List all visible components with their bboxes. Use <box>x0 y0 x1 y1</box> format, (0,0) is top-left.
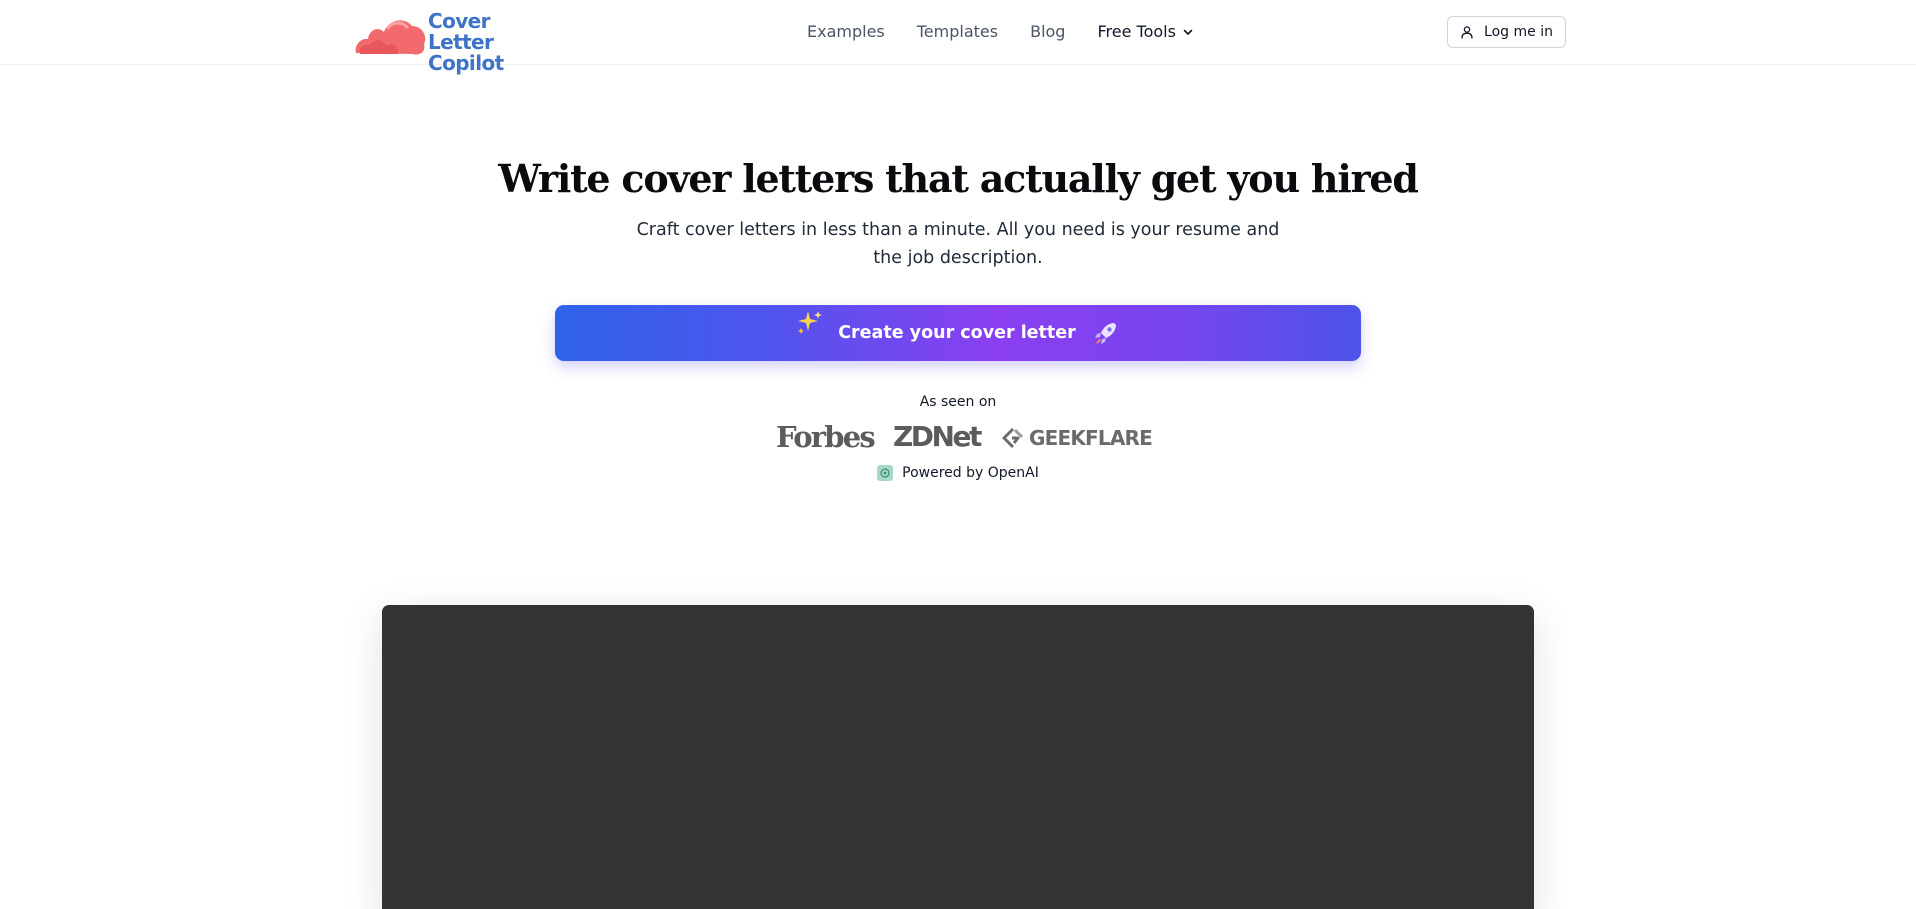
login-button[interactable]: Log me in <box>1447 16 1566 48</box>
powered-by: Powered by OpenAI <box>0 465 1916 481</box>
nav-blog[interactable]: Blog <box>1030 20 1065 44</box>
chevron-down-icon <box>1183 29 1193 35</box>
as-seen-on-heading: As seen on <box>919 394 997 410</box>
openai-icon <box>877 465 894 481</box>
geekflare-wordmark: GEEKFLARE <box>1029 426 1153 450</box>
logo-line-2: Copilot <box>428 51 504 75</box>
nav-free-tools[interactable]: Free Tools <box>1097 20 1193 44</box>
user-icon <box>1461 26 1473 39</box>
powered-by-label: Powered by OpenAI <box>902 465 1039 481</box>
hero-subtitle: Craft cover letters in less than a minut… <box>636 220 1280 268</box>
main-nav: Examples Templates Blog Free Tools <box>807 20 1194 44</box>
zdnet-logo: ZDNet <box>893 420 982 453</box>
login-label: Log me in <box>1484 24 1553 40</box>
site-header: Cover Letter Copilot Examples Templates … <box>0 0 1916 74</box>
rocket-icon <box>1092 319 1120 347</box>
create-cover-letter-label: Create your cover letter <box>838 323 1076 343</box>
demo-video-panel[interactable] <box>382 605 1534 909</box>
hero-title: Write cover letters that actually get yo… <box>498 156 1419 201</box>
logo-mark-icon <box>355 20 426 55</box>
forbes-logo: Forbes <box>776 420 876 454</box>
logo-line-1: Cover Letter <box>428 9 494 54</box>
sparkles-icon <box>796 309 824 344</box>
nav-templates[interactable]: Templates <box>917 20 998 44</box>
nav-free-tools-label: Free Tools <box>1097 22 1176 41</box>
logo-text: Cover Letter Copilot <box>428 11 552 74</box>
create-cover-letter-button[interactable]: Create your cover letter <box>555 305 1361 361</box>
nav-examples[interactable]: Examples <box>807 20 885 44</box>
logo-link[interactable]: Cover Letter Copilot <box>352 8 552 74</box>
geekflare-mark-icon <box>1002 427 1024 449</box>
geekflare-logo: GEEKFLARE <box>1001 426 1153 450</box>
press-logos: Forbes ZDNet GEEKFLARE <box>0 420 1916 456</box>
